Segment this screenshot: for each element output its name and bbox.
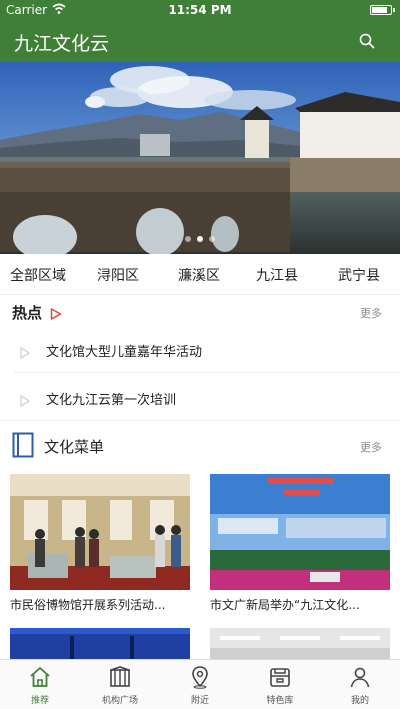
tab-label: 机构广场 (101, 696, 138, 706)
card-thumbnail-partial (10, 628, 190, 659)
location-pin-icon (188, 665, 212, 689)
battery-icon (370, 5, 392, 15)
region-wuning[interactable]: 武宁县 (338, 265, 380, 285)
bullet-arrow-icon (20, 392, 31, 411)
carousel-dot[interactable] (197, 236, 203, 242)
hot-news-item[interactable]: 文化馆大型儿童嘉年华活动 (0, 330, 400, 370)
bullet-arrow-icon (20, 344, 31, 363)
region-lianxi[interactable]: 濂溪区 (178, 265, 220, 285)
region-all[interactable]: 全部区域 (10, 265, 66, 285)
region-xunyang[interactable]: 浔阳区 (97, 265, 139, 285)
culture-card-partial[interactable] (210, 628, 390, 659)
hot-more-link[interactable]: 更多 (360, 305, 382, 321)
tab-mine[interactable]: 我的 (320, 660, 400, 709)
person-icon (348, 665, 372, 689)
card-caption: 市文广新局举办“九江文化... (210, 598, 360, 612)
region-jiujiang[interactable]: 九江县 (256, 265, 298, 285)
hot-news-title: 文化馆大型儿童嘉年华活动 (46, 345, 203, 360)
tab-label: 特色库 (266, 696, 294, 706)
tab-label: 推荐 (30, 696, 49, 706)
carousel-dot[interactable] (209, 236, 215, 242)
tab-label: 我的 (350, 696, 369, 706)
card-caption: 市民俗博物馆开展系列活动... (10, 598, 166, 612)
banner-carousel[interactable] (0, 62, 400, 254)
archive-box-icon (268, 665, 292, 689)
battery-tip (393, 8, 395, 12)
nav-bar: 九江文化云 (0, 20, 400, 62)
tab-featured-library[interactable]: 特色库 (240, 660, 320, 709)
hot-news-item[interactable]: 文化九江云第一次培训 (0, 378, 400, 418)
book-icon (12, 432, 34, 462)
status-bar: Carrier 11:54 PM (0, 0, 400, 20)
app-title: 九江文化云 (14, 33, 110, 55)
status-time: 11:54 PM (168, 3, 232, 17)
card-thumbnail-stage (210, 474, 390, 590)
region-filter: 全部区域 浔阳区 濂溪区 九江县 武宁县 (0, 254, 400, 294)
culture-card-partial[interactable] (10, 628, 190, 659)
banner-image (0, 62, 400, 254)
culture-menu-more-link[interactable]: 更多 (360, 439, 382, 455)
hot-title: 热点 (12, 304, 43, 322)
divider (0, 420, 400, 421)
play-arrow-icon (50, 305, 62, 324)
tab-nearby[interactable]: 附近 (160, 660, 240, 709)
tab-label: 附近 (190, 696, 209, 706)
carousel-dots[interactable] (0, 227, 400, 246)
home-icon (28, 665, 52, 689)
building-icon (108, 665, 132, 689)
card-thumbnail-museum (10, 474, 190, 590)
search-icon[interactable] (358, 32, 376, 50)
bottom-tab-bar: 推荐 机构广场 附近 特色库 我的 (0, 659, 400, 709)
divider (14, 372, 400, 373)
culture-menu-header: 文化菜单 更多 (0, 428, 400, 464)
culture-menu-title: 文化菜单 (44, 438, 105, 456)
hot-section-header: 热点 更多 (0, 294, 400, 328)
hot-news-title: 文化九江云第一次培训 (46, 393, 177, 408)
carousel-dot[interactable] (185, 236, 191, 242)
tab-institutions[interactable]: 机构广场 (80, 660, 160, 709)
card-thumbnail-partial (210, 628, 390, 659)
tab-recommend[interactable]: 推荐 (0, 660, 80, 709)
